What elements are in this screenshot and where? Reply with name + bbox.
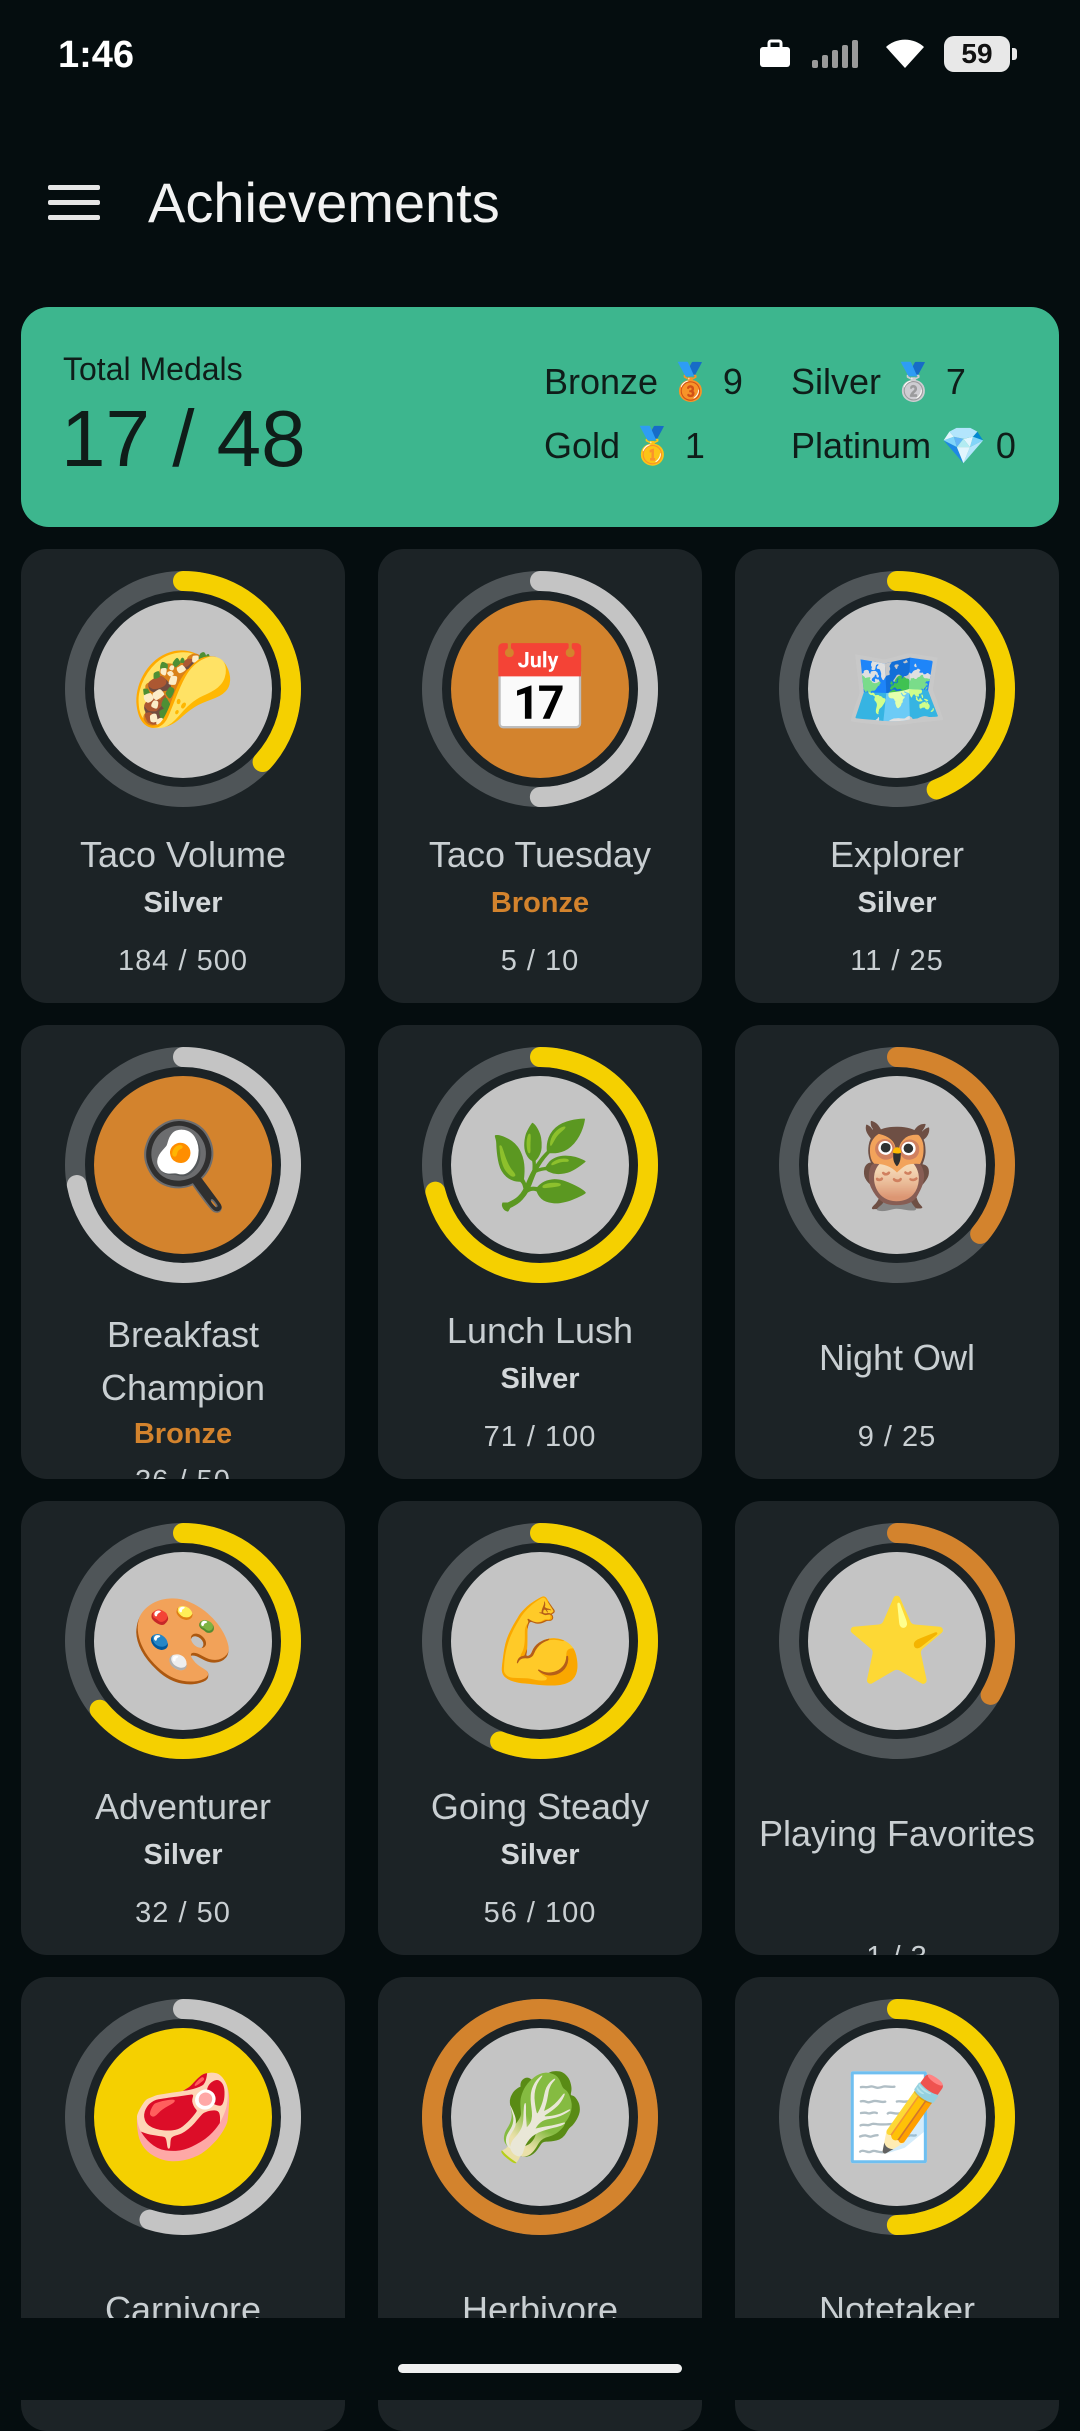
achievements-grid: 🌮 Taco Volume Silver 184 / 500 📅 Taco Tuesday… — [21, 549, 1059, 2431]
medal-count: 9 — [722, 361, 743, 402]
bronze-medal-count: Bronze 🥉 9 — [544, 361, 743, 403]
achievement-name: Lunch Lush — [446, 1310, 634, 1351]
artist-palette-icon: 🎨 — [130, 1593, 236, 1688]
total-medals-value: 17 / 48 — [61, 394, 306, 483]
achievement-tier: Bronze — [490, 887, 590, 919]
achievement-progress: 36 / 50 — [21, 1465, 345, 1479]
achievement-progress: 1 / 3 — [735, 1941, 1059, 1955]
app-bar: Achievements — [0, 140, 1080, 270]
bronze-medal-icon: 🥉 — [668, 361, 713, 402]
meat-icon: 🥩 — [130, 2069, 236, 2164]
achievement-card[interactable]: 🦉 Night Owl 9 / 25 — [735, 1025, 1059, 1479]
achievement-name: Night Owl — [818, 1337, 976, 1378]
medal-count: 7 — [945, 361, 966, 402]
status-bar: 1:46 59 — [0, 0, 1080, 110]
battery-icon: 59 — [944, 36, 1017, 72]
achievement-tier: Silver — [143, 887, 223, 919]
calendar-icon: 📅 — [487, 641, 593, 736]
achievement-card[interactable]: 🗺️ Explorer Silver 11 / 25 — [735, 549, 1059, 1003]
achievement-name: Breakfast Champion — [100, 1314, 266, 1408]
achievement-card[interactable]: 🌮 Taco Volume Silver 184 / 500 — [21, 549, 345, 1003]
achievement-name: Playing Favorites — [758, 1813, 1036, 1854]
taco-icon: 🌮 — [130, 641, 236, 736]
achievement-tier: Silver — [500, 1839, 580, 1871]
status-icons: 59 — [758, 36, 1017, 72]
achievement-card[interactable]: 🎨 Adventurer Silver 32 / 50 — [21, 1501, 345, 1955]
achievement-progress: 9 / 25 — [857, 1421, 937, 1453]
silver-medal-icon: 🥈 — [891, 361, 936, 402]
herb-icon: 🌿 — [487, 1117, 593, 1212]
signal-icon — [812, 40, 858, 68]
home-indicator[interactable] — [398, 2364, 682, 2373]
total-medals-card: Total Medals 17 / 48 Bronze 🥉 9 Silver 🥈… — [21, 307, 1059, 527]
status-time: 1:46 — [58, 34, 135, 76]
achievement-card[interactable]: 💪 Going Steady Silver 56 / 100 — [378, 1501, 702, 1955]
gold-medal-count: Gold 🥇 1 — [544, 425, 705, 467]
platinum-medal-icon: 💎 — [941, 425, 986, 466]
silver-medal-count: Silver 🥈 7 — [791, 361, 966, 403]
achievement-progress: 56 / 100 — [483, 1897, 597, 1929]
achievement-tier: Silver — [143, 1839, 223, 1871]
hamburger-menu-icon[interactable] — [48, 185, 100, 225]
achievement-name: Taco Volume — [79, 834, 287, 875]
page-title: Achievements — [148, 171, 500, 234]
frying-pan-icon: 🍳 — [130, 1117, 236, 1212]
medal-name: Gold — [544, 425, 621, 466]
achievement-progress: 32 / 50 — [135, 1897, 231, 1929]
achievement-progress: 184 / 500 — [118, 945, 248, 977]
world-map-icon: 🗺️ — [844, 641, 950, 736]
wifi-icon — [886, 39, 924, 68]
medal-count: 1 — [684, 425, 705, 466]
achievement-card[interactable]: 📅 Taco Tuesday Bronze 5 / 10 — [378, 549, 702, 1003]
medal-name: Silver — [791, 361, 882, 402]
medal-name: Bronze — [544, 361, 659, 402]
achievement-name: Going Steady — [430, 1786, 650, 1827]
memo-icon: 📝 — [844, 2069, 950, 2164]
achievement-tier: Silver — [857, 887, 937, 919]
medal-count: 0 — [995, 425, 1016, 466]
flexed-biceps-icon: 💪 — [487, 1593, 593, 1688]
gold-medal-icon: 🥇 — [630, 425, 675, 466]
achievement-name: Explorer — [829, 834, 965, 875]
achievement-name: Adventurer — [94, 1786, 272, 1827]
medal-name: Platinum — [791, 425, 932, 466]
star-icon: ⭐ — [844, 1593, 950, 1688]
achievement-card[interactable]: 🍳 Breakfast Champion Bronze 36 / 50 — [21, 1025, 345, 1479]
total-medals-label: Total Medals — [63, 351, 243, 387]
achievement-progress: 71 / 100 — [483, 1421, 597, 1453]
achievement-card[interactable]: ⭐ Playing Favorites 1 / 3 — [735, 1501, 1059, 1955]
owl-icon: 🦉 — [844, 1117, 950, 1212]
battery-level: 59 — [961, 38, 993, 69]
achievement-tier: Silver — [500, 1363, 580, 1395]
achievement-card[interactable]: 🌿 Lunch Lush Silver 71 / 100 — [378, 1025, 702, 1479]
briefcase-icon — [760, 39, 790, 67]
platinum-medal-count: Platinum 💎 0 — [791, 425, 1016, 467]
achievement-progress: 11 / 25 — [850, 945, 944, 977]
achievement-name: Taco Tuesday — [428, 834, 652, 875]
achievement-tier: Bronze — [133, 1418, 233, 1450]
achievement-progress: 5 / 10 — [500, 945, 580, 977]
leafy-green-icon: 🥬 — [487, 2069, 593, 2164]
bottom-gesture-area — [0, 2318, 1080, 2400]
